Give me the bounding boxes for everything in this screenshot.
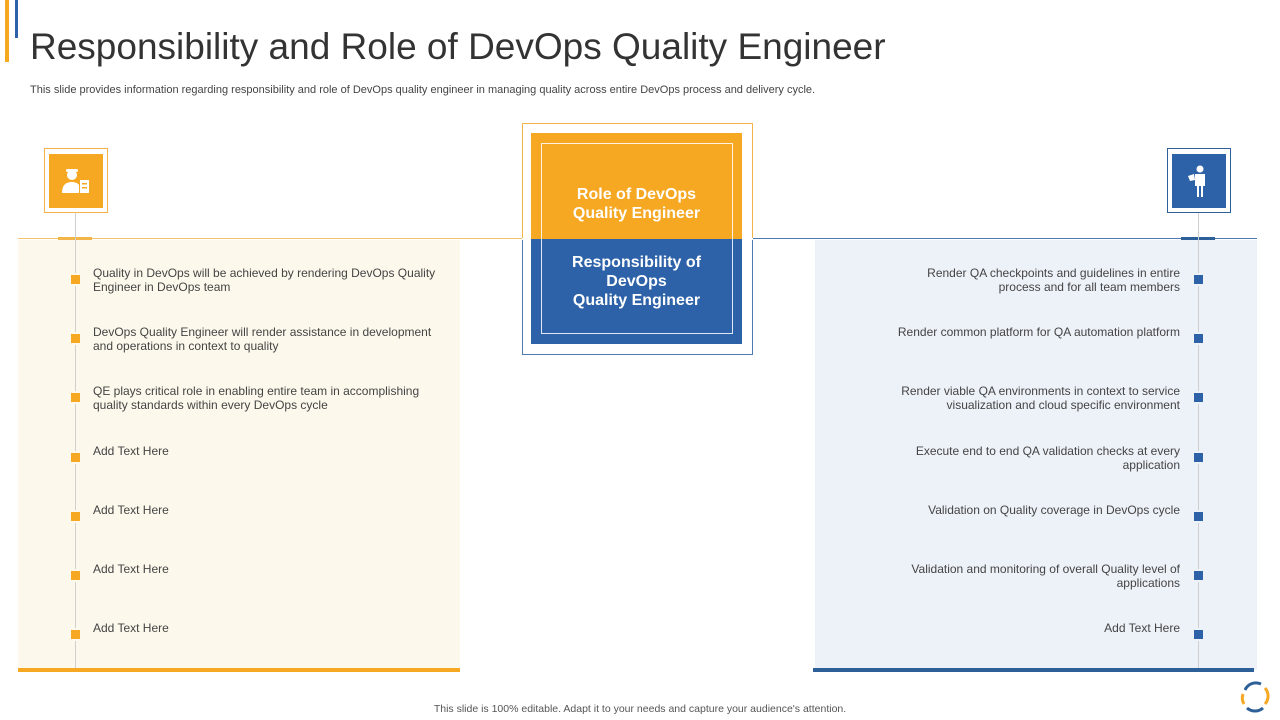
bullet-marker (1194, 453, 1203, 462)
responsibility-label-line: DevOps (606, 273, 667, 290)
bullet-marker (71, 512, 80, 521)
responsibility-label: Responsibility of DevOps Quality Enginee… (531, 253, 742, 310)
role-list-item: Add Text Here (93, 562, 169, 576)
right-bottom-bar (813, 668, 1254, 672)
refresh-cycle-icon (1237, 678, 1273, 719)
role-list-item: QE plays critical role in enabling entir… (93, 384, 420, 412)
bullet-marker (1194, 334, 1203, 343)
bullet-marker (1194, 275, 1203, 284)
role-list-item: Quality in DevOps will be achieved by re… (93, 266, 436, 294)
bullet-marker (1194, 630, 1203, 639)
page-subtitle: This slide provides information regardin… (30, 84, 816, 96)
bullet-marker (1194, 512, 1203, 521)
left-divider (18, 238, 522, 239)
accent-bar-blue (15, 0, 18, 38)
responsibility-icon-box (1167, 148, 1231, 213)
role-icon-box (44, 148, 108, 213)
bullet-marker (71, 275, 80, 284)
role-label: Role of DevOps Quality Engineer (572, 186, 701, 222)
role-list-item: Add Text Here (93, 621, 169, 635)
engineer-with-clipboard-icon (49, 153, 103, 208)
left-bottom-bar (18, 668, 460, 672)
responsibility-label-line: Quality Engineer (572, 292, 701, 309)
role-list-item: Add Text Here (93, 503, 169, 517)
accent-bar-orange (5, 0, 9, 62)
responsibility-list-item: Render common platform for QA automation… (897, 325, 1180, 339)
responsibility-list-item: Validation on Quality coverage in DevOps… (928, 503, 1180, 517)
bullet-marker (71, 453, 80, 462)
responsibility-list-item: Execute end to end QA validation checks … (915, 444, 1180, 472)
bullet-marker (1194, 571, 1203, 580)
responsibility-list-item: Render QA checkpoints and guidelines in … (927, 266, 1180, 294)
role-list-item: Add Text Here (93, 444, 169, 458)
bullet-marker (71, 630, 80, 639)
bullet-marker (71, 334, 80, 343)
bullet-marker (71, 571, 80, 580)
responsibility-list-item: Render viable QA environments in context… (901, 384, 1180, 412)
page-title: Responsibility and Role of DevOps Qualit… (30, 26, 886, 67)
role-list-item: DevOps Quality Engineer will render assi… (93, 325, 432, 353)
engineer-icon (1172, 153, 1226, 208)
bullet-marker (71, 393, 80, 402)
responsibility-list-item: Add Text Here (1104, 621, 1180, 635)
bullet-marker (1194, 393, 1203, 402)
footer-note: This slide is 100% editable. Adapt it to… (433, 703, 847, 715)
responsibility-list-item: Validation and monitoring of overall Qua… (911, 562, 1180, 590)
responsibility-label-line: Responsibility of (572, 254, 701, 271)
